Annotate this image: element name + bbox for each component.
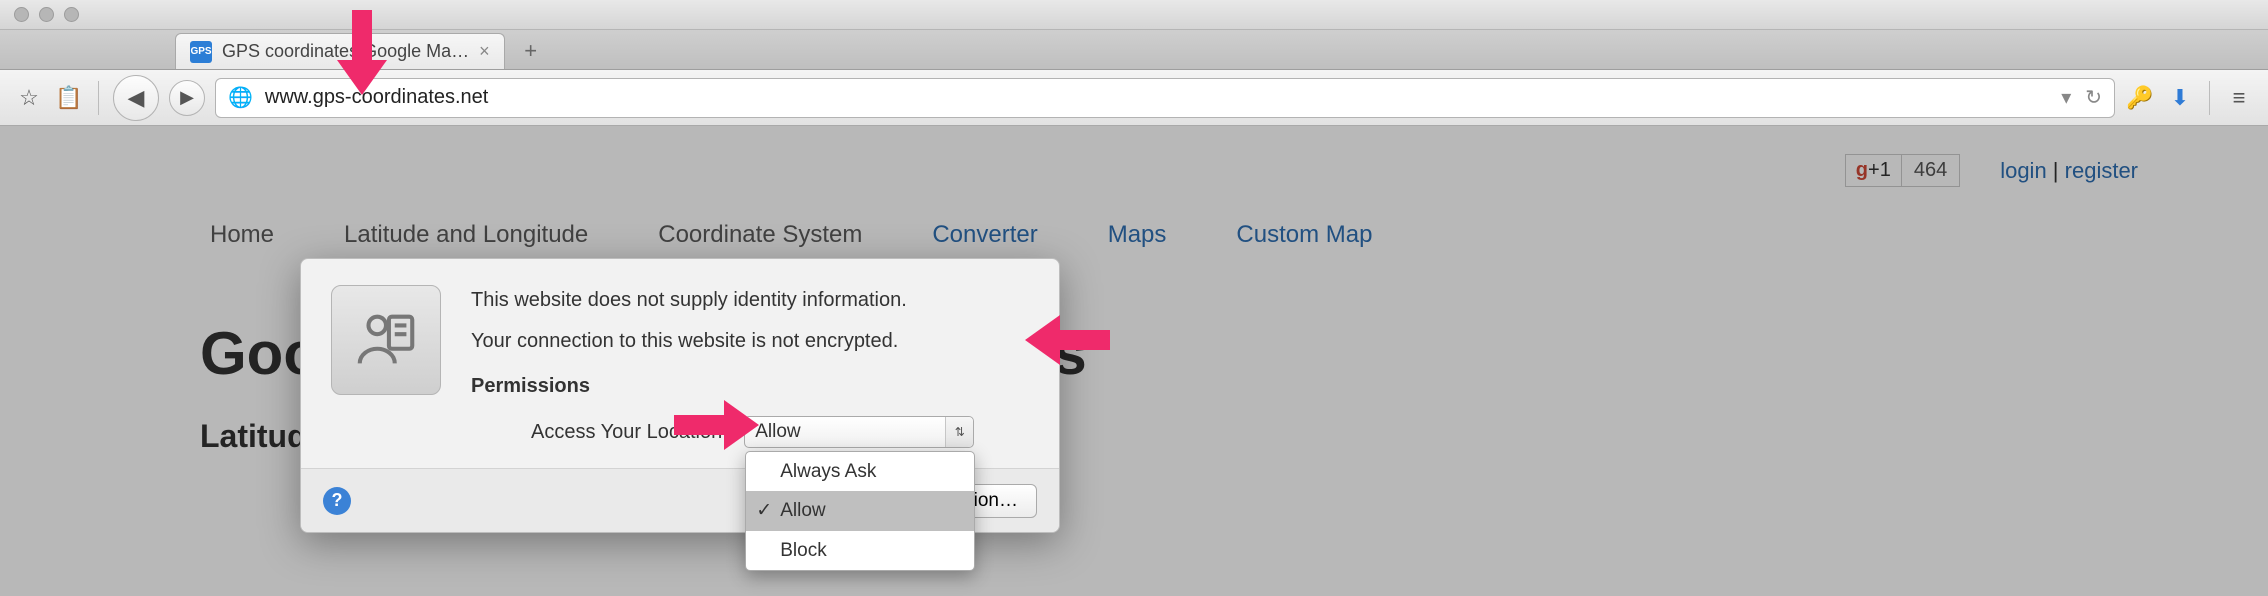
option-block[interactable]: Block — [746, 531, 974, 570]
help-icon[interactable]: ? — [323, 487, 351, 515]
new-tab-button[interactable]: + — [513, 36, 549, 66]
option-allow[interactable]: Allow — [746, 491, 974, 530]
downloads-icon[interactable]: ⬇ — [2165, 83, 2195, 113]
identity-line2: Your connection to this website is not e… — [471, 326, 974, 357]
reading-list-icon[interactable]: 📋 — [54, 83, 84, 113]
option-always-ask[interactable]: Always Ask — [746, 452, 974, 491]
traffic-close[interactable] — [14, 7, 29, 22]
history-dropdown-icon[interactable]: ▾ — [2061, 85, 2071, 110]
permission-dropdown: Always Ask Allow Block — [745, 451, 975, 571]
reload-icon[interactable]: ↻ — [2085, 85, 2102, 110]
separator — [98, 81, 99, 115]
traffic-minimize[interactable] — [39, 7, 54, 22]
favicon-icon: GPS — [190, 41, 212, 63]
select-chevron-icon: ⇅ — [945, 417, 973, 447]
annotation-arrow-down — [332, 10, 392, 100]
hamburger-menu-icon[interactable]: ≡ — [2224, 83, 2254, 113]
address-bar[interactable]: 🌐 www.gps-coordinates.net ▾ ↻ — [215, 78, 2115, 118]
saved-logins-icon[interactable]: 🔑 — [2125, 83, 2155, 113]
back-button[interactable]: ◀ — [113, 75, 159, 121]
location-permission-select[interactable]: Allow ⇅ Always Ask Allow Block — [744, 416, 974, 448]
annotation-arrow-right — [674, 395, 764, 455]
bookmark-star-icon[interactable]: ☆ — [14, 83, 44, 113]
page-viewport: g+1 464 login | register Home Latitude a… — [0, 126, 2268, 596]
annotation-arrow-left — [1020, 310, 1110, 370]
separator — [2209, 81, 2210, 115]
identity-line1: This website does not supply identity in… — [471, 285, 974, 316]
site-identity-icon[interactable]: 🌐 — [228, 85, 253, 110]
close-tab-icon[interactable]: × — [479, 41, 490, 62]
forward-button[interactable]: ▶ — [169, 80, 205, 116]
traffic-zoom[interactable] — [64, 7, 79, 22]
identity-passport-icon — [331, 285, 441, 395]
